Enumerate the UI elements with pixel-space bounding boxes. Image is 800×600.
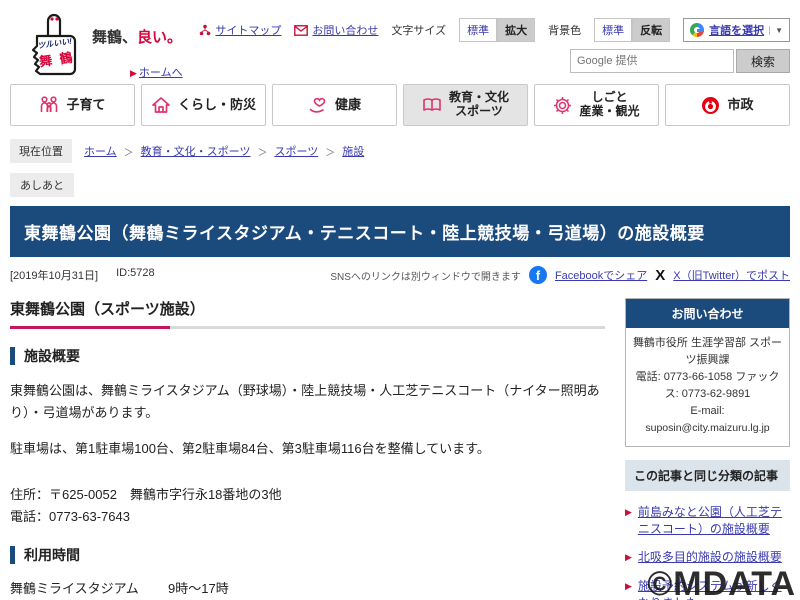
city-logo[interactable]: ツルいい! 舞 鶴 [24,12,84,78]
breadcrumb-label: 現在位置 [10,139,72,163]
nav-item-shisei[interactable]: 市政 [665,84,790,126]
arrow-right-icon: ▶ [625,504,632,539]
arrow-right-icon: ▶ [625,578,632,600]
breadcrumb-shisetsu[interactable]: 施設 [342,143,364,159]
contact-phone-fax: 電話: 0773-66-1058 ファックス: 0773-62-9891 [631,369,784,403]
header-utilities: サイトマップ お問い合わせ 文字サイズ 標準 拡大 背景色 標準 [199,18,790,73]
article-heading: 東舞鶴公園（スポーツ施設） [10,298,605,329]
paragraph-facilities: 東舞鶴公園は、舞鶴ミライスタジアム（野球場）・陸上競技場・人工芝テニスコート（ナ… [10,380,605,423]
font-size-label: 文字サイズ [391,22,446,38]
font-size-large-button[interactable]: 拡大 [497,18,535,42]
watermark: ©MDATA [647,565,796,600]
contact-box-title: お問い合わせ [626,299,789,328]
contact-link[interactable]: お問い合わせ [294,22,378,38]
language-select[interactable]: 言語を選択 ▼ [683,18,790,42]
breadcrumb-sports[interactable]: スポーツ [274,143,318,159]
bg-color-label: 背景色 [548,22,581,38]
address-line: 住所：〒625-0052 舞鶴市字行永18番地の3他 [10,484,605,506]
section-facility-overview: 施設概要 [10,347,605,365]
x-post-link[interactable]: X（旧Twitter）でポスト [673,267,790,283]
search-input[interactable] [570,49,734,73]
article-body: 東舞鶴公園（スポーツ施設） 施設概要 東舞鶴公園は、舞鶴ミライスタジアム（野球場… [10,298,605,600]
article-date: [2019年10月31日] [10,267,98,283]
address-block: 住所：〒625-0052 舞鶴市字行永18番地の3他 電話：0773-63-76… [10,484,605,528]
content-area: 東舞鶴公園（スポーツ施設） 施設概要 東舞鶴公園は、舞鶴ミライスタジアム（野球場… [10,298,790,600]
arrow-right-icon: ▶ [625,549,632,566]
page: ツルいい! 舞 鶴 舞鶴、良い。 ホームへ サイトマップ [0,0,800,600]
page-title: 東舞鶴公園（舞鶴ミライスタジアム・テニスコート・陸上競技場・弓道場）の施設概要 [10,206,790,257]
chevron-down-icon: ▼ [769,26,783,35]
article-meta: [2019年10月31日] ID:5728 SNSへのリンクは別ウィンドウで開き… [10,266,790,284]
google-icon [690,23,704,37]
search-button[interactable]: 検索 [736,49,790,73]
sitemap-icon [199,24,211,36]
bg-standard-button[interactable]: 標準 [594,18,632,42]
nav-item-kurashi-bousai[interactable]: くらし・防災 [141,84,266,126]
search-bar: 検索 [199,49,790,73]
book-icon [422,97,442,113]
related-link[interactable]: 前島みなと公園（人工芝テニスコート）の施設概要 [638,504,790,539]
mail-icon [294,25,308,36]
breadcrumb-home[interactable]: ホーム [84,143,117,159]
footprints-label: あしあと [10,173,74,197]
main-nav: 子育て くらし・防災 健康 教育・文化 スポーツ [10,84,790,126]
sns-note: SNSへのリンクは別ウィンドウで開きます [330,268,521,283]
nav-item-kenkou[interactable]: 健康 [272,84,397,126]
section-hours: 利用時間 [10,546,605,564]
related-articles-title: この記事と同じ分類の記事 [625,460,790,491]
paragraph-parking: 駐車場は、第1駐車場100台、第2駐車場84台、第3駐車場116台を整備していま… [10,438,605,459]
hours-row: 舞鶴ミライスタジアム 9時〜17時 [10,578,605,597]
article-id: ID:5728 [116,267,155,283]
contact-box: お問い合わせ 舞鶴市役所 生涯学習部 スポーツ振興課 電話: 0773-66-1… [625,298,790,447]
family-icon [39,96,59,114]
utility-row: サイトマップ お問い合わせ 文字サイズ 標準 拡大 背景色 標準 [199,18,790,42]
font-size-standard-button[interactable]: 標準 [459,18,497,42]
breadcrumb: 現在位置 ホーム ＞ 教育・文化・スポーツ ＞ スポーツ ＞ 施設 [10,139,790,163]
nav-item-shigoto-sangyou[interactable]: しごと 産業・観光 [534,84,659,126]
related-link-item: ▶ 前島みなと公園（人工芝テニスコート）の施設概要 [625,504,790,539]
gear-icon [553,96,572,115]
sidebar: お問い合わせ 舞鶴市役所 生涯学習部 スポーツ振興課 電話: 0773-66-1… [625,298,790,600]
breadcrumb-separator: ＞ [325,144,335,159]
contact-department: 舞鶴市役所 生涯学習部 スポーツ振興課 [631,335,784,369]
site-header: ツルいい! 舞 鶴 舞鶴、良い。 ホームへ サイトマップ [0,0,800,84]
breadcrumb-separator: ＞ [124,144,134,159]
breadcrumb-kyouiku[interactable]: 教育・文化・スポーツ [141,143,251,159]
font-size-toggle: 標準 拡大 [459,18,535,42]
house-icon [151,96,171,114]
contact-email-label: E-mail: [631,403,784,420]
facebook-icon[interactable]: f [529,266,547,284]
home-link[interactable]: ホームへ [130,64,183,80]
footprints-row: あしあと [10,173,790,197]
nav-item-kosodate[interactable]: 子育て [10,84,135,126]
bg-invert-button[interactable]: 反転 [632,18,670,42]
x-twitter-icon[interactable]: X [655,267,665,284]
phone-line: 電話：0773-63-7643 [10,506,605,528]
facebook-share-link[interactable]: Facebookでシェア [555,267,647,283]
facility-time: 9時〜17時 [168,578,229,597]
bg-color-toggle: 標準 反転 [594,18,670,42]
breadcrumb-separator: ＞ [257,144,267,159]
nav-item-kyouiku-bunka-sports[interactable]: 教育・文化 スポーツ [403,84,528,126]
sitemap-link[interactable]: サイトマップ [199,22,281,38]
heart-hand-icon [308,96,328,114]
facility-name: 舞鶴ミライスタジアム [10,578,168,597]
site-tagline: 舞鶴、良い。 [92,26,182,47]
city-emblem-icon [701,96,720,115]
contact-email: suposin@city.maizuru.lg.jp [631,420,784,436]
